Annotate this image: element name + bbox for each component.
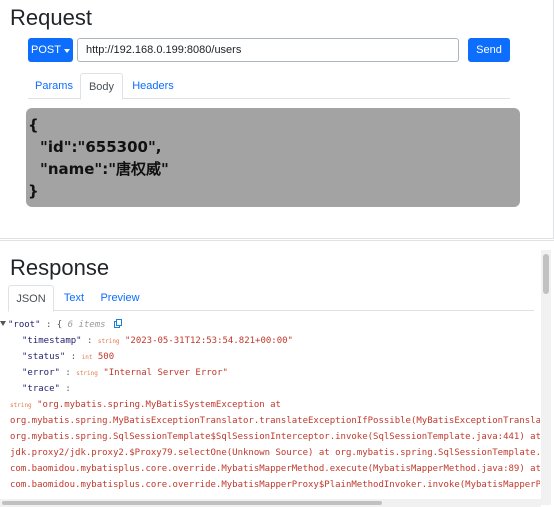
tab-text[interactable]: Text [54, 285, 94, 311]
response-title: Response [10, 255, 110, 280]
tree-key: "error" [22, 368, 60, 378]
trace-text: "org.mybatis.spring.MyBatisSystemExcepti… [37, 400, 281, 410]
trace-line: com.baomidou.mybatisplus.core.override.M… [10, 480, 540, 490]
body-line: "id":"655300", [40, 138, 162, 156]
method-dropdown-button[interactable]: POST [28, 38, 73, 62]
trace-line: org.mybatis.spring.MyBatisExceptionTrans… [10, 416, 540, 426]
body-line: "name":"唐权威" [40, 160, 169, 178]
tab-json[interactable]: JSON [8, 285, 54, 312]
copy-icon[interactable] [113, 319, 122, 328]
response-panel: Response JSON Text Preview "root" : { 6 … [0, 240, 554, 507]
type-label: string [76, 370, 98, 377]
type-label: string [97, 338, 120, 345]
trace-line: org.mybatis.spring.SqlSessionTemplate$Sq… [10, 432, 540, 442]
request-title: Request [10, 5, 92, 30]
tab-preview[interactable]: Preview [94, 285, 146, 311]
tree-value: "2023-05-31T12:53:54.821+00:00" [124, 336, 293, 346]
horizontal-scrollbar[interactable] [0, 499, 541, 507]
tree-field-row: "status" : int 500 [22, 352, 115, 362]
tree-root-row[interactable]: "root" : { 6 items [0, 317, 540, 333]
request-panel: Request POST Send Params Body Headers { … [0, 0, 554, 239]
tab-headers[interactable]: Headers [123, 73, 183, 99]
url-input[interactable] [77, 38, 459, 62]
trace-line: jdk.proxy2/jdk.proxy2.$Proxy79.selectOne… [10, 448, 540, 458]
tree-key: "trace" [22, 384, 60, 394]
tree-brace: : { [45, 320, 63, 330]
tab-params[interactable]: Params [28, 73, 80, 99]
tree-key: "status" [22, 352, 66, 362]
trace-line: com.baomidou.mybatisplus.core.override.M… [10, 464, 540, 474]
item-count: 6 items [67, 320, 106, 330]
tree-field-row: "timestamp" : string "2023-05-31T12:53:5… [22, 336, 293, 346]
json-tree-viewer: "root" : { 6 items "timestamp" : string … [0, 317, 540, 503]
scrollbar-thumb[interactable] [2, 501, 382, 505]
tab-body[interactable]: Body [80, 73, 123, 100]
send-button[interactable]: Send [468, 38, 510, 62]
body-line: } [28, 182, 39, 200]
scrollbar-thumb[interactable] [543, 254, 549, 294]
request-tabs: Params Body Headers [28, 73, 510, 100]
vertical-scrollbar[interactable] [541, 250, 551, 505]
chevron-down-icon [63, 48, 70, 53]
tree-key: "timestamp" [22, 336, 82, 346]
tree-key: "root" [8, 320, 41, 330]
tree-field-row: "trace" : [22, 384, 71, 394]
type-label: string [10, 402, 32, 409]
tree-value: 500 [97, 352, 115, 362]
body-line: { [28, 116, 39, 134]
request-body-editor[interactable]: { "id":"655300", "name":"唐权威" } [26, 108, 520, 207]
response-tabs: JSON Text Preview [8, 285, 534, 312]
expand-arrow-icon[interactable] [0, 321, 6, 326]
trace-line: string "org.mybatis.spring.MyBatisSystem… [0, 397, 540, 413]
type-label: int [81, 354, 93, 361]
tree-value: "Internal Server Error" [103, 368, 228, 378]
method-label: POST [31, 44, 61, 56]
tree-field-row: "error" : string "Internal Server Error" [22, 368, 228, 378]
